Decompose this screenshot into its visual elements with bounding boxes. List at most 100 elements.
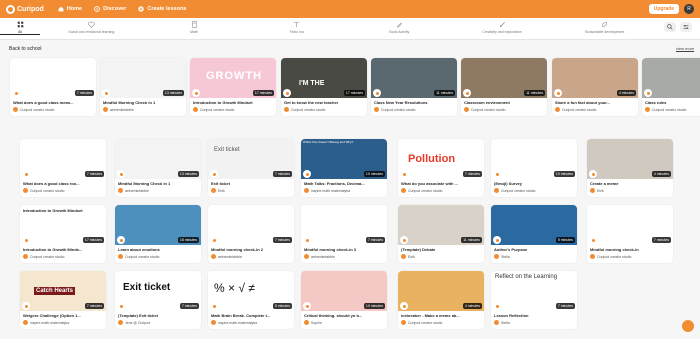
lesson-author[interactable]: Curipod creator studio — [645, 107, 700, 112]
lesson-card[interactable]: 4 minutes Create a meme Eirik — [587, 139, 673, 197]
lesson-title[interactable]: Weigers Challenge (Option 1... — [23, 313, 103, 319]
lesson-title[interactable]: Critical thinking. should yo b... — [304, 313, 384, 319]
lesson-thumbnail[interactable]: 18 minutes — [115, 205, 201, 245]
lesson-thumbnail[interactable]: Pollution 7 minutes — [398, 139, 484, 179]
lesson-card[interactable]: 7 minutes Mindful morning check-in 3 aelne… — [301, 205, 387, 263]
lesson-thumbnail[interactable]: 11 minutes — [371, 58, 457, 98]
lesson-thumbnail[interactable]: 7 minutes — [20, 139, 106, 179]
lesson-author[interactable]: inspire.math.matematyka — [23, 320, 103, 325]
lesson-title[interactable]: Exit ticket — [211, 181, 291, 187]
lesson-title[interactable]: Introduction to Growth Mindset — [193, 100, 273, 106]
lesson-title[interactable]: Introduction to Growth Minds... — [23, 247, 103, 253]
lesson-author[interactable]: Curipod creator studio — [401, 320, 481, 325]
lesson-card[interactable]: Reflect on the Learning 7 minutes Lesson R… — [491, 271, 577, 329]
lesson-thumbnail[interactable]: I'M THE 17 minutes — [281, 58, 367, 98]
lesson-thumbnail[interactable]: 10 minutes — [301, 271, 387, 311]
category-creativity[interactable]: Creativity and exploration — [451, 18, 554, 34]
lesson-card[interactable]: 4 minutes Icebreaker - Make a meme ab... C… — [398, 271, 484, 329]
lesson-thumbnail[interactable]: 4 minutes — [587, 139, 673, 179]
user-avatar[interactable]: R — [684, 4, 694, 14]
search-button[interactable] — [664, 22, 677, 32]
lesson-thumbnail[interactable]: 7 minutes — [587, 205, 673, 245]
lesson-title[interactable]: Mindful morning check-in 2 — [211, 247, 291, 253]
lesson-title[interactable]: (Template) Exit ticket — [118, 313, 198, 319]
lesson-card[interactable]: I'M THE 17 minutes Get to know the new tea… — [281, 58, 367, 116]
lesson-title[interactable]: What does a good class mean... — [13, 100, 93, 106]
lesson-thumbnail[interactable]: Exit ticket 7 minutes — [115, 271, 201, 311]
lesson-card[interactable]: 7 minutes What does a good class roo... Cu… — [20, 139, 106, 197]
lesson-title[interactable]: Create a meme — [590, 181, 670, 187]
lesson-title[interactable]: Class New Year Resolutions — [374, 100, 454, 106]
lesson-thumbnail[interactable]: % × √ ≠ 5 minutes — [208, 271, 294, 311]
lesson-author[interactable]: Curipod creator studio — [193, 107, 273, 112]
lesson-thumbnail[interactable]: Exit ticket 7 minutes — [208, 139, 294, 179]
lesson-author[interactable]: aelnemkrtabble — [211, 254, 291, 259]
lesson-card[interactable]: 7 minutes What does a good class mean... C… — [10, 58, 96, 116]
lesson-title[interactable]: Share a fun fact about your... — [555, 100, 635, 106]
lesson-author[interactable]: aelnemkrtabble — [304, 254, 384, 259]
lesson-title[interactable]: Math Brain Break. Complete t... — [211, 313, 291, 319]
lesson-title[interactable]: Icebreaker - Make a meme ab... — [401, 313, 481, 319]
lesson-author[interactable]: inspire.math.matematyka — [211, 320, 291, 325]
lesson-title[interactable]: Mindful morning check-in 3 — [304, 247, 384, 253]
lesson-title[interactable]: What do you associate with ... — [401, 181, 481, 187]
lesson-card[interactable]: 7 minutes Mindful morning check-in 2 aelne… — [208, 205, 294, 263]
lesson-author[interactable]: Curipod creator studio — [13, 107, 93, 112]
lesson-thumbnail[interactable]: Catch Hearts 7 minutes — [20, 271, 106, 311]
category-math[interactable]: Math — [143, 18, 246, 34]
lesson-author[interactable]: Eirik — [211, 188, 291, 193]
lesson-card[interactable]: 5 minutes Author's Purpose Stella — [491, 205, 577, 263]
lesson-author[interactable]: Stella — [494, 254, 574, 259]
category-fiction[interactable]: Fictio n/a — [245, 18, 348, 34]
lesson-title[interactable]: Author's Purpose — [494, 247, 574, 253]
lesson-title[interactable]: Classroom environment — [464, 100, 544, 106]
lesson-author[interactable]: Curipod creator studio — [118, 254, 198, 259]
lesson-author[interactable]: Curipod creator studio — [555, 107, 635, 112]
lesson-card[interactable]: 11 minutes Class rulesCuripod creator stu… — [642, 58, 700, 116]
lesson-card[interactable]: Catch Hearts 7 minutes Weigers Challenge (… — [20, 271, 106, 329]
lesson-title[interactable]: Mindful Morning Check in 1 — [103, 100, 183, 106]
lesson-thumbnail[interactable]: 11 minutes — [642, 58, 700, 98]
lesson-thumbnail[interactable]: 4 minutes — [398, 271, 484, 311]
lesson-title[interactable]: Get to know the new teacher — [284, 100, 364, 106]
lesson-card[interactable]: 18 minutes Learn about emotions Curipod cr… — [115, 205, 201, 263]
lesson-card[interactable]: 7 minutes Mindful morning check-in Curipod… — [587, 205, 673, 263]
lesson-author[interactable]: Curipod creator studio — [23, 254, 103, 259]
lesson-card[interactable]: Introduction to Growth Mindset 17 minutes… — [20, 205, 106, 263]
lesson-card[interactable]: 11 minutes Class New Year Resolutions Curi… — [371, 58, 457, 116]
lesson-author[interactable]: inspire.math.matematyka — [304, 188, 384, 193]
lesson-author[interactable]: Curipod creator studio — [590, 254, 670, 259]
chat-support-button[interactable] — [682, 320, 694, 332]
nav-create-lessons[interactable]: Create lessons — [138, 6, 187, 12]
lesson-author[interactable]: Eirik — [590, 188, 670, 193]
lesson-title[interactable]: (Template) Debate — [401, 247, 481, 253]
lesson-author[interactable]: Curipod creator studio — [401, 188, 481, 193]
lesson-title[interactable]: Mindful Morning Check in 1 — [118, 181, 198, 187]
nav-discover[interactable]: Discover — [94, 6, 126, 12]
lesson-thumbnail[interactable]: GROWTH 17 minutes — [190, 58, 276, 98]
category-all[interactable]: All — [0, 18, 40, 35]
lesson-title[interactable]: Lesson Reflection — [494, 313, 574, 319]
lesson-card[interactable]: % × √ ≠ 5 minutes Math Brain Break. Comple… — [208, 271, 294, 329]
lesson-title[interactable]: Class rules — [645, 100, 700, 106]
lesson-card[interactable]: 10 minutes (Emoji) Survey Curipod creator … — [491, 139, 577, 197]
lesson-card[interactable]: 11 minutes Classroom environment Curipod c… — [461, 58, 547, 116]
lesson-author[interactable]: Curipod creator studio — [374, 107, 454, 112]
lesson-thumbnail[interactable]: 7 minutes — [208, 205, 294, 245]
lesson-title[interactable]: What does a good class roo... — [23, 181, 103, 187]
category-book-activity[interactable]: Book Activity — [348, 18, 451, 34]
nav-home[interactable]: Home — [58, 6, 82, 12]
lesson-card[interactable]: Exit ticket 7 minutes Exit ticket Eirik — [208, 139, 294, 197]
lesson-card[interactable]: 13 minutes Mindful Morning Check in 1 aeln… — [115, 139, 201, 197]
lesson-author[interactable]: Sophie — [304, 320, 384, 325]
upgrade-button[interactable]: Upgrade — [648, 4, 679, 14]
lesson-author[interactable]: Eirik — [401, 254, 481, 259]
filter-button[interactable] — [680, 22, 693, 32]
view-more-link[interactable]: view more — [676, 46, 694, 51]
lesson-thumbnail[interactable]: 4 minutes — [552, 58, 638, 98]
lesson-thumbnail[interactable]: 7 minutes — [301, 205, 387, 245]
lesson-card[interactable]: 11 minutes (Template) Debate Eirik — [398, 205, 484, 263]
lesson-author[interactable]: Curipod creator studio — [464, 107, 544, 112]
lesson-card[interactable]: Pollution 7 minutes What do you associate … — [398, 139, 484, 197]
lesson-card[interactable]: GROWTH 17 minutes Introduction to Growth M… — [190, 58, 276, 116]
